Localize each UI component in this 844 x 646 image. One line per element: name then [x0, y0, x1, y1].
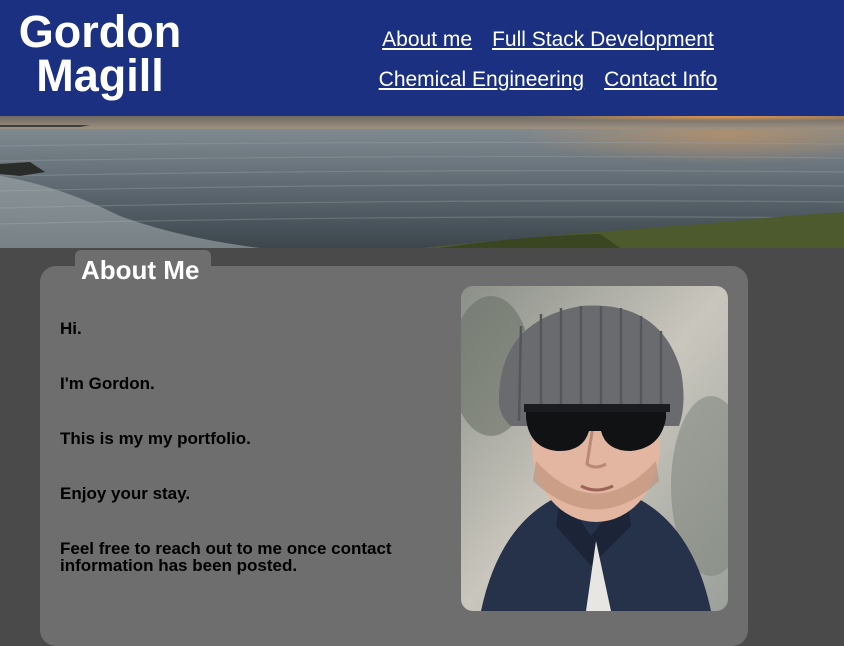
profile-photo [461, 286, 728, 611]
about-paragraph-1: Hi. [60, 319, 82, 338]
about-title: About Me [81, 255, 200, 285]
nav-chemical-engineering[interactable]: Chemical Engineering [379, 62, 584, 98]
site-header: Gordon Magill About me Full Stack Develo… [0, 0, 844, 116]
site-name-last: Magill [36, 50, 164, 101]
about-paragraph-2: I'm Gordon. [60, 374, 155, 393]
site-name: Gordon Magill [0, 9, 200, 101]
nav-about-me[interactable]: About me [382, 22, 472, 58]
coastal-sunset-banner-image [0, 116, 844, 248]
about-paragraph-3: This is my my portfolio. [60, 429, 251, 448]
about-paragraph-4: Enjoy your stay. [60, 484, 191, 503]
nav-contact-info[interactable]: Contact Info [604, 62, 717, 98]
about-paragraph-5: Feel free to reach out to me once contac… [60, 539, 392, 575]
main-nav: About me Full Stack Development Chemical… [262, 20, 834, 100]
nav-full-stack-development[interactable]: Full Stack Development [492, 22, 714, 58]
